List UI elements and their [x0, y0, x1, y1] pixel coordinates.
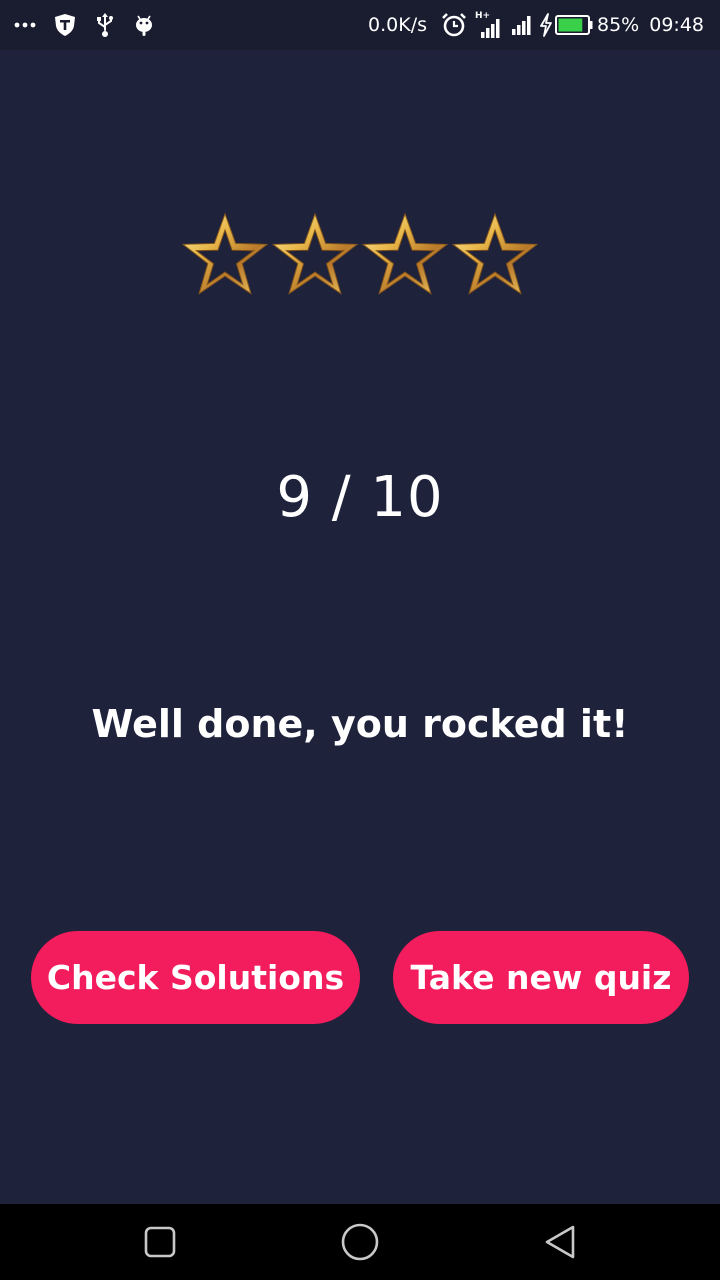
- star-icon: [361, 212, 449, 295]
- check-solutions-button[interactable]: Check Solutions: [31, 931, 360, 1024]
- star-rating: [0, 210, 720, 302]
- navigation-bar: [0, 1204, 720, 1280]
- battery-percent: 85%: [597, 14, 640, 36]
- signal-icon: H+: [475, 10, 503, 40]
- back-icon[interactable]: [540, 1222, 580, 1262]
- signal-icon: [511, 13, 535, 37]
- result-message: Well done, you rocked it!: [91, 702, 629, 746]
- star-icon: [451, 212, 539, 295]
- status-left-icons: [14, 0, 172, 50]
- android-debug-icon: [134, 13, 154, 37]
- clock: 09:48: [649, 14, 704, 36]
- alarm-icon: [441, 12, 467, 38]
- shield-icon: [54, 13, 76, 37]
- star-icon: [271, 212, 359, 295]
- recent-apps-icon[interactable]: [140, 1222, 180, 1262]
- usb-icon: [94, 12, 116, 38]
- home-icon[interactable]: [340, 1222, 380, 1262]
- status-bar: 0.0K/s H+ 85% 09:48: [0, 0, 720, 50]
- quiz-score: 9 / 10: [276, 465, 444, 530]
- status-right-indicators: 0.0K/s H+ 85% 09:48: [368, 0, 704, 50]
- network-type: H+: [475, 11, 490, 21]
- star-icon: [181, 212, 269, 295]
- take-new-quiz-button[interactable]: Take new quiz: [393, 931, 689, 1024]
- network-speed: 0.0K/s: [368, 14, 427, 36]
- battery-icon: [555, 15, 593, 35]
- charging-icon: [539, 13, 553, 37]
- more-dots-icon: [14, 21, 36, 29]
